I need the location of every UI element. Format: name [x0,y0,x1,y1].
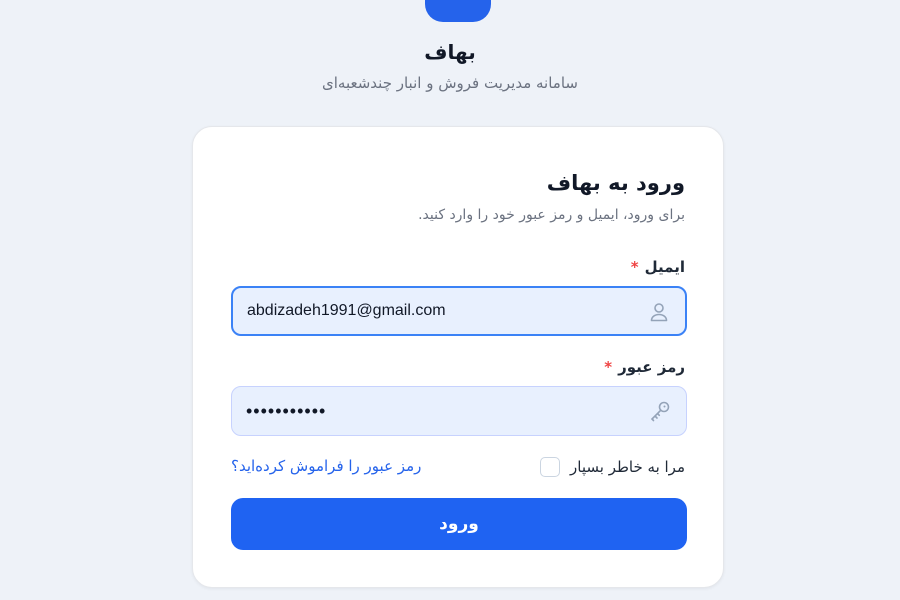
email-label-text: ایمیل [644,258,685,276]
login-button[interactable]: ورود [231,498,687,550]
brand-subtitle: سامانه مدیریت فروش و انبار چندشعبه‌ای [322,74,578,92]
password-label: رمز عبور * [604,358,685,376]
required-mark: * [604,358,613,376]
brand-title: بهاف [424,40,476,64]
password-input-box[interactable] [231,386,687,436]
remember-me[interactable]: مرا به خاطر بسپار [540,457,685,477]
logo-icon [425,0,491,22]
forgot-password-link[interactable]: رمز عبور را فراموش کرده‌اید؟ [231,457,421,475]
email-field[interactable] [247,288,637,334]
login-subtitle: برای ورود، ایمیل و رمز عبور خود را وارد … [418,207,685,223]
email-input-box[interactable] [231,286,687,336]
login-page: بهاف سامانه مدیریت فروش و انبار چندشعبه‌… [0,0,900,600]
user-icon [650,303,668,322]
password-field[interactable] [246,387,636,435]
remember-me-label: مرا به خاطر بسپار [570,458,685,476]
login-card: ورود به بهاف برای ورود، ایمیل و رمز عبور… [192,126,724,588]
remember-me-checkbox[interactable] [540,457,561,477]
required-mark: * [630,258,639,276]
key-icon [650,401,670,422]
login-title: ورود به بهاف [546,171,685,195]
email-label: ایمیل * [631,258,685,276]
password-label-text: رمز عبور [618,358,685,376]
